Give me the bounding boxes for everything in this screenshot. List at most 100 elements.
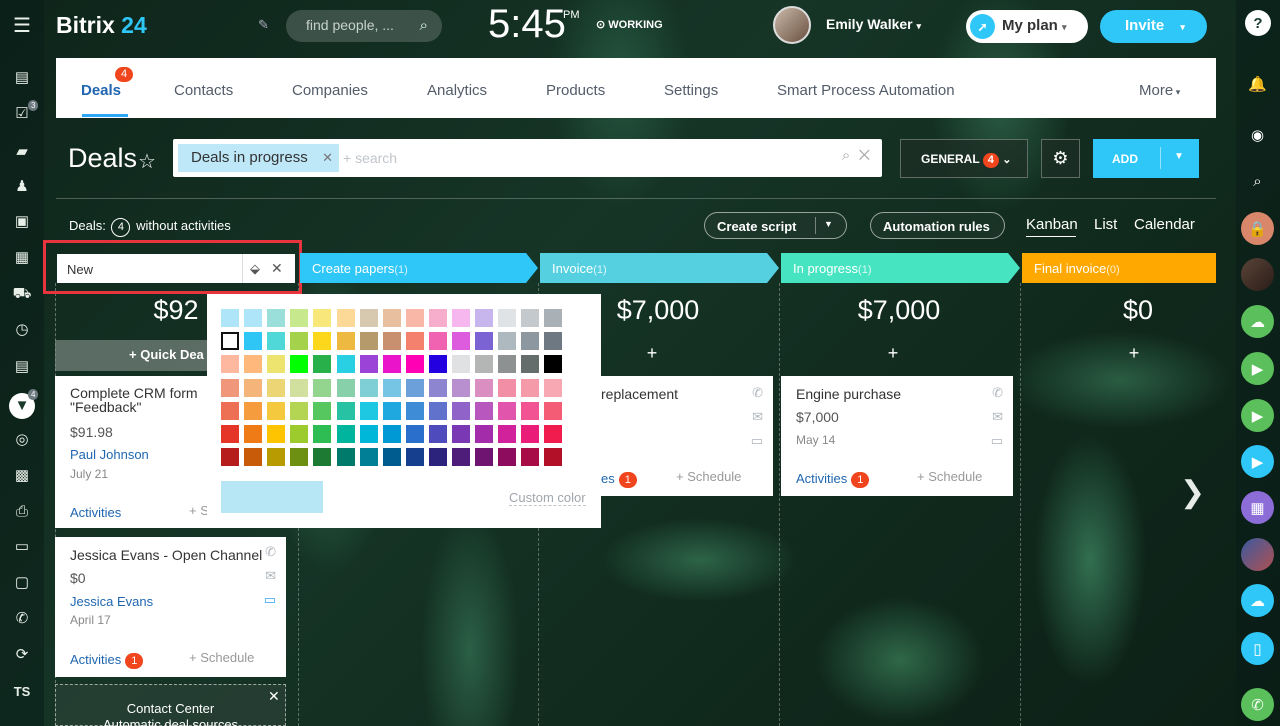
color-swatch[interactable] bbox=[452, 309, 470, 327]
color-swatch[interactable] bbox=[405, 355, 424, 374]
apps-grid-icon[interactable]: ▩ bbox=[12, 466, 32, 486]
color-swatch[interactable] bbox=[405, 378, 424, 397]
create-script-button[interactable]: Create script ▼ bbox=[704, 212, 847, 239]
close-icon[interactable]: ✕ bbox=[268, 688, 280, 705]
color-swatch[interactable] bbox=[428, 401, 447, 420]
mail-icon[interactable]: ✉ bbox=[752, 409, 763, 425]
color-swatch[interactable] bbox=[267, 401, 286, 420]
color-swatch[interactable] bbox=[521, 448, 540, 467]
custom-color-link[interactable]: Custom color bbox=[509, 490, 586, 506]
chat-bubble-icon[interactable]: ◉ bbox=[1241, 118, 1274, 151]
phone-icon[interactable]: ✆ bbox=[992, 385, 1003, 401]
color-swatch[interactable] bbox=[359, 401, 378, 420]
tab-settings[interactable]: Settings bbox=[664, 82, 718, 99]
color-swatch[interactable] bbox=[521, 309, 540, 327]
color-swatch[interactable] bbox=[244, 355, 263, 374]
color-swatch[interactable] bbox=[290, 425, 309, 443]
color-swatch[interactable] bbox=[452, 425, 470, 443]
color-swatch[interactable] bbox=[452, 448, 470, 467]
color-swatch[interactable] bbox=[521, 332, 540, 351]
color-swatch[interactable] bbox=[290, 401, 309, 420]
color-swatch[interactable] bbox=[244, 309, 263, 327]
shop-cart-icon[interactable]: ⛟ bbox=[12, 284, 32, 304]
color-swatch[interactable] bbox=[267, 355, 286, 374]
color-swatch[interactable] bbox=[221, 355, 239, 374]
color-swatch[interactable] bbox=[313, 309, 332, 327]
color-swatch[interactable] bbox=[313, 332, 332, 351]
color-swatch[interactable] bbox=[359, 355, 378, 374]
color-swatch[interactable] bbox=[244, 378, 263, 397]
deal-contact-link[interactable]: Jessica Evans bbox=[70, 594, 153, 609]
deal-contact-link[interactable]: Paul Johnson bbox=[70, 447, 149, 462]
calendar-app-icon[interactable]: ▦ bbox=[1241, 491, 1274, 524]
work-status[interactable]: ⊙ WORKING bbox=[596, 18, 663, 31]
sync-icon[interactable]: ⟳ bbox=[12, 645, 32, 665]
color-swatch[interactable] bbox=[544, 332, 563, 351]
cloud-sync-icon[interactable]: ☁ bbox=[1241, 584, 1274, 617]
color-swatch[interactable] bbox=[313, 378, 332, 397]
color-swatch[interactable] bbox=[405, 401, 424, 420]
color-swatch[interactable] bbox=[221, 309, 239, 327]
color-swatch[interactable] bbox=[336, 332, 355, 351]
color-swatch[interactable] bbox=[336, 448, 355, 467]
user-avatar-top[interactable] bbox=[773, 6, 811, 44]
color-swatch[interactable] bbox=[382, 378, 401, 397]
color-swatch[interactable] bbox=[544, 448, 563, 467]
contacts-card-icon[interactable]: ▣ bbox=[12, 212, 32, 232]
tab-contacts[interactable]: Contacts bbox=[174, 82, 233, 99]
tab-deals[interactable]: Deals bbox=[81, 82, 121, 99]
color-swatch[interactable] bbox=[544, 309, 563, 327]
color-swatch[interactable] bbox=[544, 355, 563, 374]
printer-icon[interactable]: ⎙ bbox=[12, 502, 32, 522]
color-swatch[interactable] bbox=[382, 332, 401, 351]
color-swatch[interactable] bbox=[521, 378, 540, 397]
color-swatch[interactable] bbox=[428, 309, 447, 327]
color-swatch[interactable] bbox=[405, 332, 424, 351]
color-swatch[interactable] bbox=[359, 378, 378, 397]
color-swatch[interactable] bbox=[498, 309, 517, 327]
deal-title[interactable]: Complete CRM form "Feedback" bbox=[70, 386, 210, 414]
tab-smart-process-automation[interactable]: Smart Process Automation bbox=[777, 82, 955, 99]
color-swatch[interactable] bbox=[244, 425, 263, 443]
lock-icon[interactable]: 🔒 bbox=[1241, 212, 1274, 245]
color-swatch[interactable] bbox=[521, 401, 540, 420]
color-swatch[interactable] bbox=[267, 332, 286, 351]
color-swatch[interactable] bbox=[313, 355, 332, 374]
calendar-icon[interactable]: ▦ bbox=[12, 248, 32, 268]
window-icon[interactable]: ▢ bbox=[12, 573, 32, 593]
color-swatch[interactable] bbox=[313, 401, 332, 420]
chevron-right-icon[interactable]: ❯ bbox=[1180, 475, 1205, 510]
activities-link[interactable]: Activities 1 bbox=[796, 471, 870, 488]
deal-card[interactable]: Engine purchase $7,000 May 14 ✆ ✉ ▭ Acti… bbox=[781, 376, 1013, 496]
clear-icon[interactable]: ✕ bbox=[859, 147, 870, 164]
color-swatch[interactable] bbox=[221, 378, 239, 397]
color-swatch[interactable] bbox=[498, 425, 517, 443]
gear-icon[interactable]: ⚙ bbox=[1041, 139, 1080, 178]
target-icon[interactable]: ◎ bbox=[12, 430, 32, 450]
add-deal-plus-icon[interactable]: + bbox=[1024, 343, 1244, 364]
color-swatch[interactable] bbox=[290, 448, 309, 467]
color-swatch[interactable] bbox=[498, 355, 517, 374]
add-button[interactable]: ADD ▼ bbox=[1093, 139, 1199, 178]
deals-without-activities[interactable]: Deals: 4 without activities bbox=[69, 218, 231, 237]
filter-chip[interactable]: Deals in progress ✕ bbox=[178, 144, 339, 172]
mail-icon[interactable]: ✉ bbox=[992, 409, 1003, 425]
call-icon[interactable]: ✆ bbox=[1241, 688, 1274, 721]
chevron-down-icon[interactable]: ▼ bbox=[1174, 151, 1184, 162]
color-swatch[interactable] bbox=[428, 378, 447, 397]
color-swatch[interactable] bbox=[313, 425, 332, 443]
deal-title[interactable]: Engine purchase bbox=[796, 386, 901, 402]
help-icon[interactable]: ? bbox=[1245, 10, 1271, 36]
tab-more[interactable]: More ▾ bbox=[1139, 82, 1180, 99]
invite-button[interactable]: Invite ▾ bbox=[1100, 10, 1207, 43]
clock-time[interactable]: 5:45 bbox=[488, 2, 566, 47]
mail-icon[interactable]: ✉ bbox=[265, 568, 276, 584]
color-swatch[interactable] bbox=[475, 309, 494, 327]
color-swatch[interactable] bbox=[221, 448, 239, 467]
color-swatch[interactable] bbox=[336, 425, 355, 443]
color-swatch[interactable] bbox=[244, 448, 263, 467]
video-icon[interactable]: ▶ bbox=[1241, 445, 1274, 478]
color-swatch[interactable] bbox=[428, 332, 447, 351]
color-swatch[interactable] bbox=[498, 378, 517, 397]
color-swatch[interactable] bbox=[544, 401, 563, 420]
